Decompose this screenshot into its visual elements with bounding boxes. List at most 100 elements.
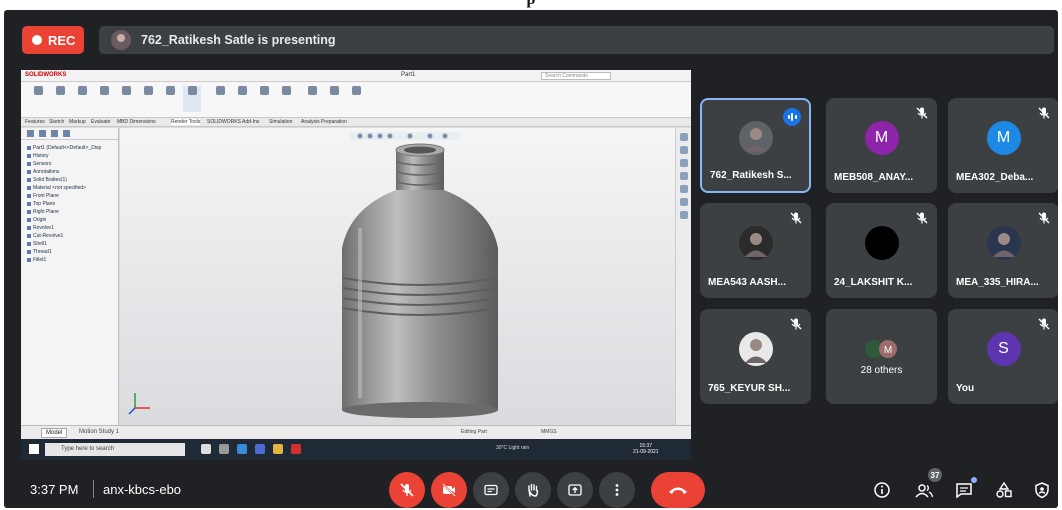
screenshot-frame: p REC 762_Ratikesh Satle is presenting S… bbox=[0, 0, 1062, 510]
ribbon-tool bbox=[255, 86, 273, 112]
view-toolbar bbox=[350, 132, 460, 140]
tree-item: Sensors bbox=[27, 160, 112, 168]
participant-name: MEA543 AASH... bbox=[708, 277, 786, 288]
taskbar-search: Type here to search bbox=[45, 443, 185, 456]
command-tab-active: Render Tools bbox=[171, 119, 201, 125]
captions-icon bbox=[484, 484, 498, 496]
tree-toolbar bbox=[21, 128, 118, 140]
tree-item: Front Plane bbox=[27, 192, 112, 200]
avatar-initial: M bbox=[996, 128, 1011, 146]
speaking-indicator-icon bbox=[783, 108, 801, 126]
present-screen-button[interactable] bbox=[557, 472, 593, 508]
muted-mic-icon bbox=[1037, 106, 1051, 120]
participant-name: You bbox=[956, 383, 975, 394]
participant-avatar bbox=[986, 225, 1021, 260]
meeting-details-button[interactable] bbox=[870, 478, 894, 502]
ribbon-tool bbox=[347, 86, 365, 112]
participant-tile[interactable]: 762_Ratikesh S... bbox=[700, 98, 811, 193]
mic-off-icon bbox=[400, 483, 414, 497]
taskbar-app-icon bbox=[237, 444, 247, 454]
tree-item: Origin bbox=[27, 216, 112, 224]
taskbar-app-icon bbox=[273, 444, 283, 454]
command-tab: Sketch bbox=[49, 119, 65, 125]
info-icon bbox=[874, 482, 890, 498]
tree-item: Thread1 bbox=[27, 248, 112, 256]
ribbon-tool bbox=[73, 86, 91, 112]
captions-button[interactable] bbox=[473, 472, 509, 508]
muted-mic-icon bbox=[789, 317, 803, 331]
tree-item: Material <not specified> bbox=[27, 184, 112, 192]
participant-avatar: M bbox=[986, 120, 1021, 155]
people-icon bbox=[915, 484, 934, 498]
participant-tile[interactable]: S You bbox=[948, 309, 1058, 404]
cad-status-bar: Model Motion Study 1 Editing Part MMGS bbox=[21, 425, 691, 439]
activities-icon bbox=[996, 481, 1012, 498]
meeting-time: 3:37 PM bbox=[30, 482, 79, 497]
ribbon-tool-active bbox=[183, 86, 201, 112]
taskbar-weather: 30°C Light rain bbox=[496, 445, 530, 451]
feature-tree: Part1 (Default<<Default>_Disp History Sens… bbox=[21, 128, 119, 425]
participant-name: 24_LAKSHIT K... bbox=[834, 277, 913, 288]
ribbon-tool bbox=[325, 86, 343, 112]
activities-button[interactable] bbox=[992, 478, 1016, 502]
status-label: Editing Part bbox=[461, 429, 487, 435]
participant-name: MEA302_Deba... bbox=[956, 172, 1034, 183]
command-tab: Simulation bbox=[269, 119, 293, 125]
host-controls-button[interactable] bbox=[1030, 478, 1054, 502]
participant-tile[interactable]: MEA_335_HIRA... bbox=[948, 203, 1058, 298]
participant-avatar: S bbox=[986, 331, 1021, 366]
more-options-button[interactable] bbox=[599, 472, 635, 508]
taskbar-app-icon bbox=[219, 444, 229, 454]
shared-screen: SOLIDWORKS Part1 Search Commands Feature… bbox=[21, 70, 691, 460]
avatar-initial: M bbox=[874, 128, 889, 146]
ribbon-tool bbox=[117, 86, 135, 112]
tree-item: Fillet1 bbox=[27, 256, 112, 264]
presenter-avatar bbox=[111, 30, 131, 50]
microphone-toggle-button[interactable] bbox=[389, 472, 425, 508]
status-units: MMGS bbox=[541, 429, 557, 435]
participant-avatar bbox=[738, 225, 773, 260]
svg-text:M: M bbox=[883, 345, 891, 356]
chat-icon bbox=[956, 483, 972, 499]
cad-ribbon bbox=[21, 82, 691, 118]
raise-hand-button[interactable] bbox=[515, 472, 551, 508]
chat-notification-dot bbox=[971, 477, 977, 483]
camera-toggle-button[interactable] bbox=[431, 472, 467, 508]
command-tab: Analysis Preparation bbox=[301, 119, 347, 125]
presenting-text: 762_Ratikesh Satle is presenting bbox=[141, 33, 336, 47]
taskbar-app-icon bbox=[201, 444, 211, 454]
cad-document-name: Part1 bbox=[401, 72, 416, 78]
bottle-model bbox=[128, 132, 498, 418]
model-tab: Model bbox=[41, 428, 68, 438]
tree-item: History bbox=[27, 152, 112, 160]
ribbon-tool bbox=[139, 86, 157, 112]
shield-icon bbox=[1035, 482, 1049, 499]
participant-tile[interactable]: 24_LAKSHIT K... bbox=[826, 203, 937, 298]
tree-item: Shell1 bbox=[27, 240, 112, 248]
cad-app-logo: SOLIDWORKS bbox=[25, 72, 67, 78]
tree-item: Solid Bodies(1) bbox=[27, 176, 112, 184]
ribbon-tool bbox=[95, 86, 113, 112]
motion-study-tab: Motion Study 1 bbox=[79, 429, 120, 435]
participant-avatar: M bbox=[864, 120, 899, 155]
command-tab: Evaluate bbox=[91, 119, 111, 125]
cad-search-box: Search Commands bbox=[541, 72, 611, 80]
ribbon-tool bbox=[277, 86, 295, 112]
command-tab: MBD Dimensions bbox=[117, 119, 156, 125]
leave-call-button[interactable] bbox=[651, 472, 705, 508]
hang-up-icon bbox=[669, 487, 687, 494]
participant-name: 765_KEYUR SH... bbox=[708, 383, 791, 394]
participant-tile[interactable]: M MEB508_ANAY... bbox=[826, 98, 937, 193]
participant-name: 28 others bbox=[860, 365, 903, 376]
participant-tile[interactable]: 765_KEYUR SH... bbox=[700, 309, 811, 404]
feature-tree-list: Part1 (Default<<Default>_Disp History Sens… bbox=[21, 140, 118, 268]
cad-viewport bbox=[120, 128, 675, 425]
participant-tile[interactable]: M MEA302_Deba... bbox=[948, 98, 1058, 193]
recording-badge: REC bbox=[22, 26, 84, 54]
participant-tile[interactable]: MEA543 AASH... bbox=[700, 203, 811, 298]
participant-tile[interactable]: M 28 others bbox=[826, 309, 937, 404]
ribbon-tool bbox=[161, 86, 179, 112]
muted-mic-icon bbox=[915, 211, 929, 225]
command-tab: SOLIDWORKS Add-Ins bbox=[207, 119, 260, 125]
meeting-code: anx-kbcs-ebo bbox=[103, 482, 182, 497]
